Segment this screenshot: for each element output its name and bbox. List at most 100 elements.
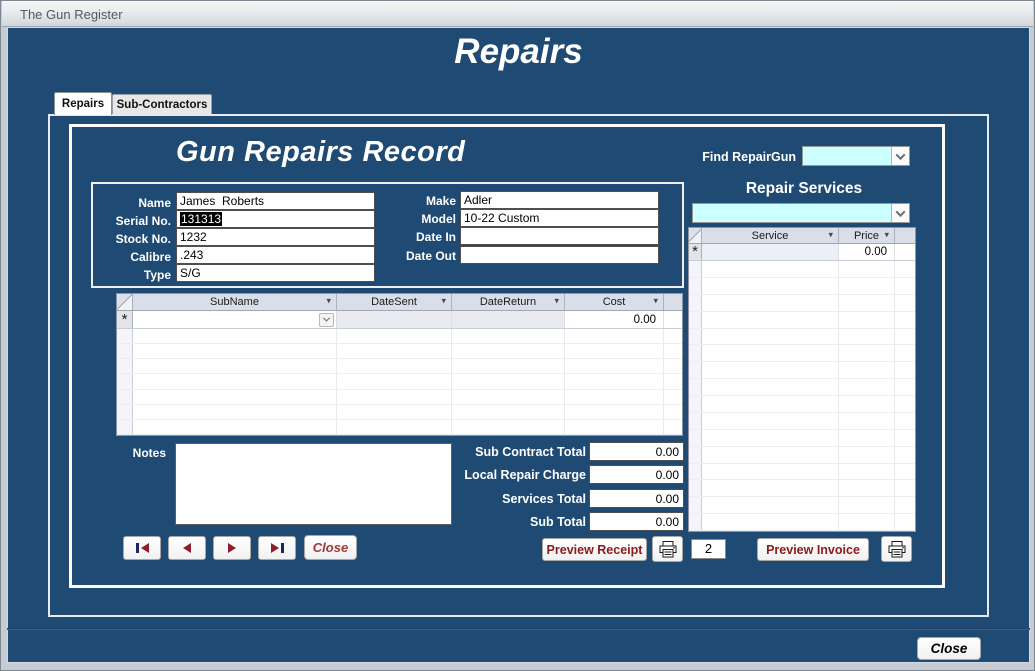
column-dropdown-icon[interactable]: ▾: [554, 296, 559, 307]
grid-empty-cell: [702, 396, 839, 412]
grid-empty-cell: [337, 359, 452, 373]
sub-total-value: 0.00: [589, 512, 684, 531]
grid-empty-row: [689, 278, 915, 295]
grid-empty-cell: [895, 497, 915, 513]
dropdown-button[interactable]: [891, 147, 909, 165]
column-header-label: Price: [854, 230, 879, 242]
column-dropdown-icon[interactable]: ▾: [653, 296, 658, 307]
grid-empty-cell: [702, 447, 839, 463]
date-in-label: Date In: [376, 230, 456, 244]
print-invoice-button[interactable]: [881, 536, 912, 562]
notes-field[interactable]: [175, 443, 452, 525]
find-repairgun-value[interactable]: [803, 147, 891, 165]
grid-empty-cell: [702, 345, 839, 361]
date-in-field[interactable]: [460, 227, 659, 245]
printer-icon: [658, 541, 678, 558]
local-repair-charge-value[interactable]: 0.00: [589, 465, 684, 484]
record-close-button[interactable]: Close: [304, 535, 357, 560]
grid-empty-cell: [839, 464, 895, 480]
grid-empty-cell: [839, 396, 895, 412]
grid-empty-cell: [839, 514, 895, 530]
grid-empty-cell: [133, 329, 337, 343]
grid-empty-cell: [689, 447, 702, 463]
preview-receipt-button[interactable]: Preview Receipt: [542, 538, 647, 561]
column-header-service[interactable]: Service ▾: [702, 228, 839, 243]
print-receipt-button[interactable]: [652, 536, 683, 562]
triangle-right-icon: [271, 543, 279, 553]
select-all-corner[interactable]: [117, 294, 133, 310]
grid-empty-cell: [839, 497, 895, 513]
form-close-button[interactable]: Close: [917, 637, 981, 660]
name-field[interactable]: James Roberts: [176, 192, 375, 210]
title-bar[interactable]: The Gun Register: [2, 1, 1033, 27]
grid-empty-cell: [664, 374, 682, 388]
grid-empty-row: [689, 430, 915, 447]
last-record-button[interactable]: [258, 536, 296, 560]
grid-empty-row: [117, 329, 682, 344]
column-dropdown-icon[interactable]: ▾: [828, 229, 833, 240]
column-dropdown-icon[interactable]: ▾: [441, 296, 446, 307]
column-dropdown-icon[interactable]: ▾: [326, 296, 331, 307]
grid-empty-cell: [117, 344, 133, 358]
grid-empty-cell: [452, 329, 565, 343]
grid-empty-cell: [664, 329, 682, 343]
grid-empty-cell: [895, 278, 915, 294]
type-field[interactable]: S/G: [176, 264, 375, 282]
cell-dropdown-button[interactable]: [319, 313, 334, 327]
tab-repairs[interactable]: Repairs: [54, 92, 112, 115]
repair-services-combo-value[interactable]: [693, 204, 891, 222]
grid-header-row: SubName ▾ DateSent ▾ DateReturn ▾ Cost ▾: [117, 294, 682, 311]
grid-empty-cell: [452, 420, 565, 434]
first-record-button[interactable]: [123, 536, 161, 560]
first-record-icon: [136, 543, 139, 553]
column-header-subname[interactable]: SubName ▾: [133, 294, 337, 310]
column-header-cost[interactable]: Cost ▾: [565, 294, 664, 310]
grid-empty-cell: [689, 329, 702, 345]
grid-empty-cell: [702, 312, 839, 328]
repair-services-combobox[interactable]: [692, 203, 910, 223]
triangle-left-icon: [183, 543, 191, 553]
select-all-corner[interactable]: [689, 228, 702, 243]
grid-empty-cell: [895, 379, 915, 395]
new-record-marker[interactable]: *: [689, 244, 702, 260]
previous-record-button[interactable]: [168, 536, 206, 560]
new-record-marker[interactable]: *: [117, 311, 133, 328]
make-label: Make: [376, 194, 456, 208]
stock-no-field[interactable]: 1232: [176, 228, 375, 246]
column-dropdown-icon[interactable]: ▾: [884, 229, 889, 240]
datereturn-cell[interactable]: [452, 311, 565, 328]
model-field[interactable]: 10-22 Custom: [460, 209, 659, 227]
price-cell[interactable]: 0.00: [839, 244, 895, 260]
date-out-field[interactable]: [460, 246, 659, 264]
preview-invoice-button[interactable]: Preview Invoice: [757, 538, 869, 561]
column-header-datereturn[interactable]: DateReturn ▾: [452, 294, 565, 310]
grid-empty-cell: [689, 480, 702, 496]
grid-empty-cell: [689, 379, 702, 395]
grid-empty-row: [689, 312, 915, 329]
grid-empty-cell: [689, 413, 702, 429]
datesent-cell[interactable]: [337, 311, 452, 328]
grid-empty-cell: [702, 497, 839, 513]
serial-no-field[interactable]: 131313: [176, 210, 375, 228]
make-field[interactable]: Adler: [460, 191, 659, 209]
next-record-button[interactable]: [213, 536, 251, 560]
grid-empty-cell: [689, 464, 702, 480]
tab-sub-contractors[interactable]: Sub-Contractors: [112, 94, 212, 115]
grid-empty-cell: [452, 344, 565, 358]
sub-contractor-grid: SubName ▾ DateSent ▾ DateReturn ▾ Cost ▾…: [116, 293, 683, 436]
calibre-field[interactable]: .243: [176, 246, 375, 264]
subname-cell[interactable]: [133, 311, 337, 328]
grid-empty-row: [689, 329, 915, 346]
service-cell[interactable]: [702, 244, 839, 260]
find-repairgun-combobox[interactable]: [802, 146, 910, 166]
column-header-datesent[interactable]: DateSent ▾: [337, 294, 452, 310]
dropdown-button[interactable]: [891, 204, 909, 222]
cost-cell[interactable]: 0.00: [565, 311, 664, 328]
column-header-price[interactable]: Price ▾: [839, 228, 895, 243]
grid-empty-cell: [702, 514, 839, 530]
grid-empty-row: [117, 359, 682, 374]
grid-empty-cell: [895, 464, 915, 480]
repair-services-grid: Service ▾ Price ▾ * 0.00: [688, 227, 916, 532]
grid-empty-cell: [689, 295, 702, 311]
copies-field[interactable]: 2: [691, 539, 726, 559]
